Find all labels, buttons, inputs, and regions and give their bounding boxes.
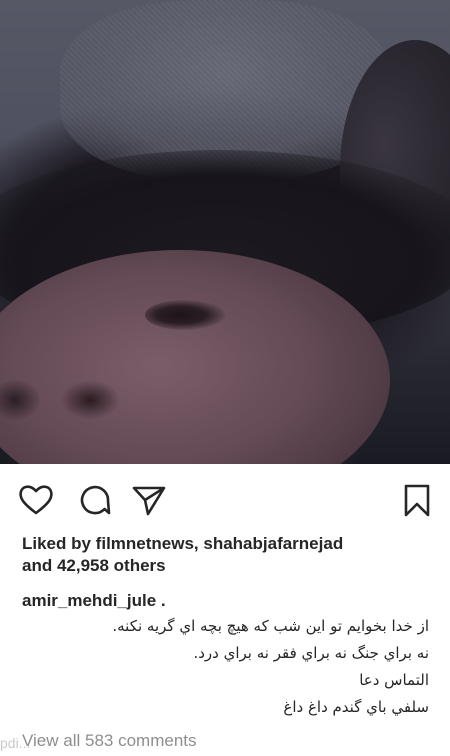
caption-line: از خدا بخوايم تو اين شب كه هيچ بچه اي گر… (112, 617, 429, 635)
photo-eye (145, 300, 225, 330)
likes-line-1: Liked by filmnetnews, shahabjafarnejad (22, 534, 344, 553)
view-all-comments-link[interactable]: View all 583 comments (22, 731, 197, 751)
post-photo[interactable] (0, 0, 450, 464)
action-bar (0, 480, 450, 520)
bookmark-icon[interactable] (397, 480, 437, 520)
caption-line: التماس دعا (359, 671, 429, 689)
share-icon[interactable] (128, 480, 168, 520)
likes-summary[interactable]: Liked by filmnetnews, shahabjafarnejad a… (22, 533, 442, 577)
caption-username[interactable]: amir_mehdi_jule . (22, 591, 166, 611)
caption-text: از خدا بخوايم تو اين شب كه هيچ بچه اي گر… (9, 613, 429, 721)
likes-line-2: and 42,958 others (22, 556, 166, 575)
watermark: pdi... (0, 735, 31, 751)
caption-line: سلفي باي گندم داغ داغ (283, 698, 429, 716)
caption-line: نه براي جنگ نه براي فقر نه براي درد. (193, 644, 429, 662)
heart-icon[interactable] (16, 480, 56, 520)
comment-icon[interactable] (74, 480, 114, 520)
photo-nose (60, 380, 120, 420)
